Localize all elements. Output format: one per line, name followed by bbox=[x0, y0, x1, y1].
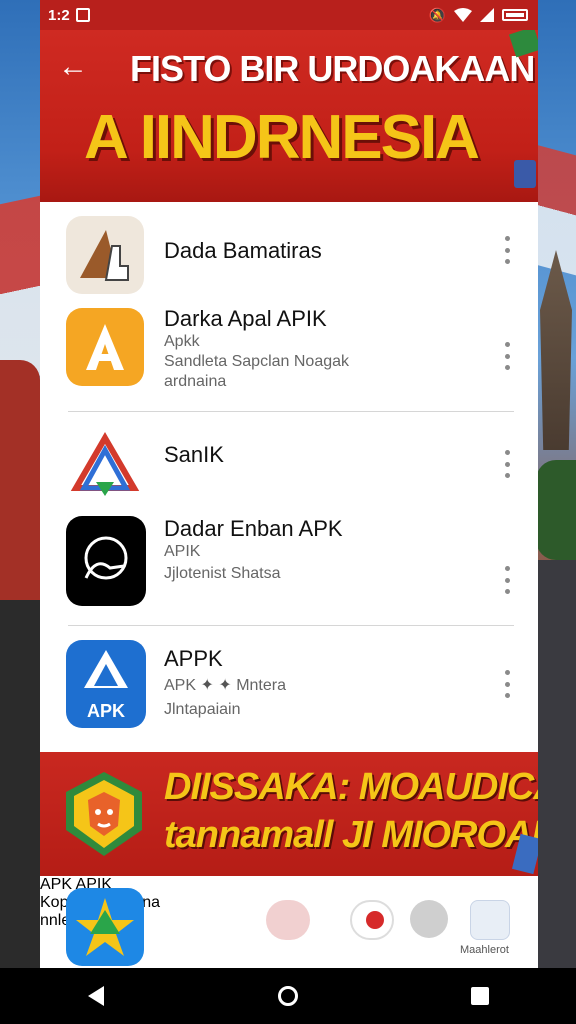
status-time: 1:2 bbox=[48, 6, 70, 24]
status-bar: 1:2 🔕 bbox=[40, 0, 538, 30]
list-item[interactable]: SanIK bbox=[40, 412, 538, 512]
promo-subheadline: tannamall JI MIOROAN? bbox=[164, 814, 538, 856]
list-item[interactable]: Dada Bamatiras bbox=[40, 202, 538, 298]
letter-a-icon bbox=[66, 308, 144, 386]
app-description-2: ardnaina bbox=[164, 373, 227, 390]
more-options-icon[interactable] bbox=[502, 342, 512, 370]
gallery-app-icon[interactable] bbox=[470, 900, 510, 940]
battery-icon bbox=[502, 9, 528, 21]
app-subtitle: Apkk bbox=[164, 333, 200, 350]
record-button[interactable] bbox=[350, 900, 394, 940]
header-banner: ← FISTO BIR URDOAKAAN A IINDRNESIA bbox=[40, 30, 538, 202]
apk-icon-label: APK bbox=[86, 701, 125, 721]
vehicle-sticker-icon bbox=[514, 160, 536, 188]
play-star-icon bbox=[66, 888, 144, 966]
app-name: SanIK bbox=[164, 442, 224, 467]
promo-banner[interactable]: DIISSAKA: MOAUDICAM tannamall JI MIOROAN… bbox=[40, 752, 538, 876]
list-item[interactable]: Dadar Enban APK APIK Jjlotenist Shatsa bbox=[40, 512, 538, 626]
header-title-line1: FISTO BIR URDOAKAAN bbox=[130, 48, 535, 89]
nav-home-button[interactable] bbox=[258, 968, 318, 1024]
more-options-icon[interactable] bbox=[502, 236, 512, 264]
background-bottom-left bbox=[0, 600, 40, 980]
more-options-icon[interactable] bbox=[502, 566, 512, 594]
app-description: Sandleta Sapclan Noagak bbox=[164, 353, 350, 370]
wifi-icon bbox=[454, 8, 472, 22]
app-subtitle: APIK bbox=[164, 543, 201, 560]
list-item[interactable]: APK APPK APK ✦ ✦ Mntera Jlntapaiain bbox=[40, 626, 538, 752]
triangle-logo-icon bbox=[66, 426, 144, 504]
list-item-partial[interactable]: APK APIK Kopltak Irlentana nnlemnamn Maa… bbox=[40, 876, 538, 968]
app-description: Jjlotenist Shatsa bbox=[164, 565, 281, 582]
app-description: Jlntapaiain bbox=[164, 701, 241, 718]
background-trees bbox=[536, 460, 576, 560]
app-name: Dadar Enban APK bbox=[164, 516, 343, 541]
apk-blue-icon: APK bbox=[66, 640, 146, 728]
app-subtitle: APK ✦ ✦ Mntera bbox=[164, 676, 286, 696]
more-options-icon[interactable] bbox=[502, 450, 512, 478]
app-subtitle-text: APK bbox=[164, 677, 197, 694]
face-outline-icon bbox=[66, 516, 146, 606]
nav-recents-button[interactable] bbox=[450, 968, 510, 1024]
back-arrow-icon[interactable]: ← bbox=[58, 52, 88, 82]
share-toggle-button[interactable] bbox=[266, 900, 310, 940]
chat-bubble-icon[interactable] bbox=[410, 900, 448, 938]
sparkle-icon: ✦ ✦ bbox=[200, 677, 232, 694]
nav-back-button[interactable] bbox=[66, 968, 126, 1024]
toolbar-label: Maahlerot bbox=[460, 944, 509, 956]
background-bottom-right bbox=[536, 560, 576, 980]
home-circle-icon bbox=[278, 986, 298, 1006]
back-triangle-icon bbox=[88, 986, 104, 1006]
more-options-icon[interactable] bbox=[502, 670, 512, 698]
app-panel: ← FISTO BIR URDOAKAAN A IINDRNESIA Dada … bbox=[40, 30, 538, 968]
header-title-line2: A IINDRNESIA bbox=[84, 103, 480, 172]
app-subtitle-extra: Mntera bbox=[236, 677, 286, 694]
app-list: Dada Bamatiras Darka Apal APIK Apkk Sand… bbox=[40, 202, 538, 752]
gallery-icon bbox=[75, 8, 90, 22]
navigation-bar bbox=[0, 968, 576, 1024]
mute-icon: 🔕 bbox=[428, 6, 446, 23]
hand-tent-icon bbox=[66, 216, 144, 294]
shield-fox-icon bbox=[62, 770, 146, 858]
signal-icon bbox=[480, 8, 494, 22]
app-name: APPK bbox=[164, 646, 223, 671]
record-dot-icon bbox=[366, 911, 384, 929]
recents-square-icon bbox=[471, 987, 489, 1005]
list-item[interactable]: Darka Apal APIK Apkk Sandleta Sapclan No… bbox=[40, 298, 538, 412]
app-name: Dada Bamatiras bbox=[164, 238, 322, 263]
promo-headline: DIISSAKA: MOAUDICAM bbox=[164, 766, 538, 808]
app-name: Darka Apal APIK bbox=[164, 306, 327, 331]
